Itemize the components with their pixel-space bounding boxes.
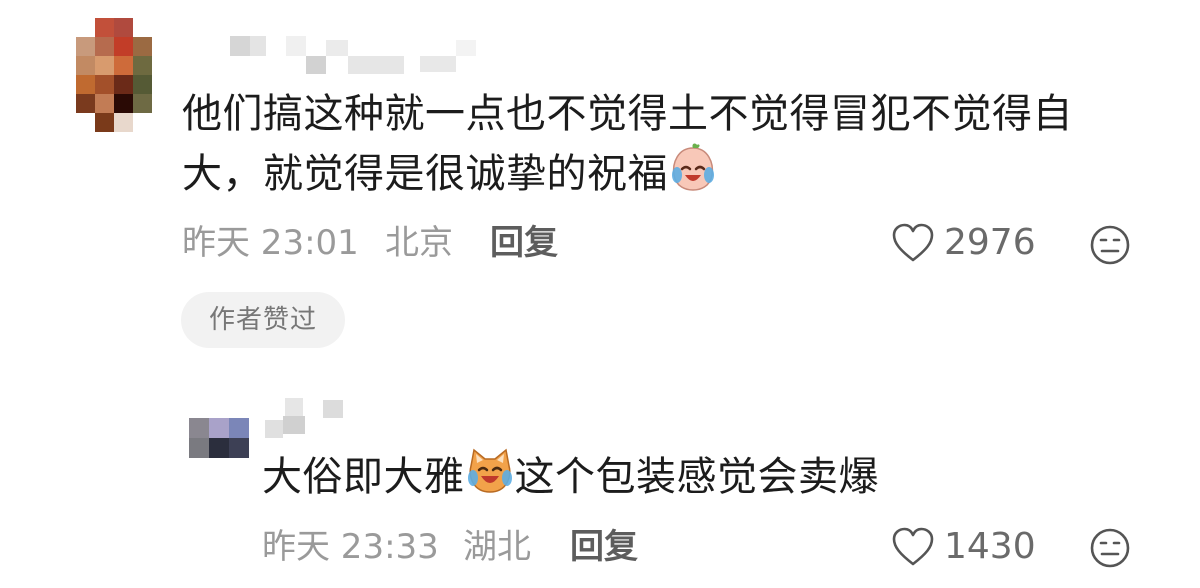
reply-like-button[interactable]: 1430: [890, 524, 1040, 572]
reply-button[interactable]: 回复: [490, 223, 558, 263]
reply-text: 大俗即大雅 这个包装感觉会卖爆: [262, 446, 879, 512]
like-button[interactable]: 2976: [890, 220, 1040, 268]
reply-location: 湖北: [463, 527, 531, 567]
reply-time: 昨天 23:33: [262, 527, 439, 567]
comment-text-line2: 大，就觉得是很诚挚的祝福: [182, 143, 1172, 209]
username-obscured[interactable]: [230, 36, 480, 76]
reply-like-count: 1430: [944, 526, 1036, 567]
reply-avatar[interactable]: [189, 418, 249, 458]
author-liked-badge: 作者赞过: [181, 292, 345, 348]
reply-heart-icon: [890, 526, 936, 572]
comment-text-line1: 他们搞这种就一点也不觉得土不觉得冒犯不觉得自: [182, 91, 1073, 137]
reply-username-obscured[interactable]: [265, 398, 355, 440]
avatar[interactable]: [76, 18, 152, 132]
reply-dislike-face-icon[interactable]: [1089, 527, 1131, 573]
crying-laughing-cat-emoji-icon: [465, 446, 515, 512]
dislike-face-icon[interactable]: [1089, 224, 1131, 270]
comment-location: 北京: [385, 223, 453, 263]
reply-text-before: 大俗即大雅: [262, 454, 465, 500]
heart-icon: [890, 222, 936, 268]
reply-text-after: 这个包装感觉会卖爆: [514, 454, 879, 500]
comment-text-line2-content: 大，就觉得是很诚挚的祝福: [182, 151, 668, 197]
like-count: 2976: [944, 222, 1036, 263]
crying-laughing-peach-emoji-icon: [668, 143, 718, 209]
comment-text: 他们搞这种就一点也不觉得土不觉得冒犯不觉得自 大，就觉得是很诚挚的祝福: [182, 86, 1172, 209]
reply-reply-button[interactable]: 回复: [570, 527, 638, 567]
comment-time: 昨天 23:01: [182, 223, 359, 263]
